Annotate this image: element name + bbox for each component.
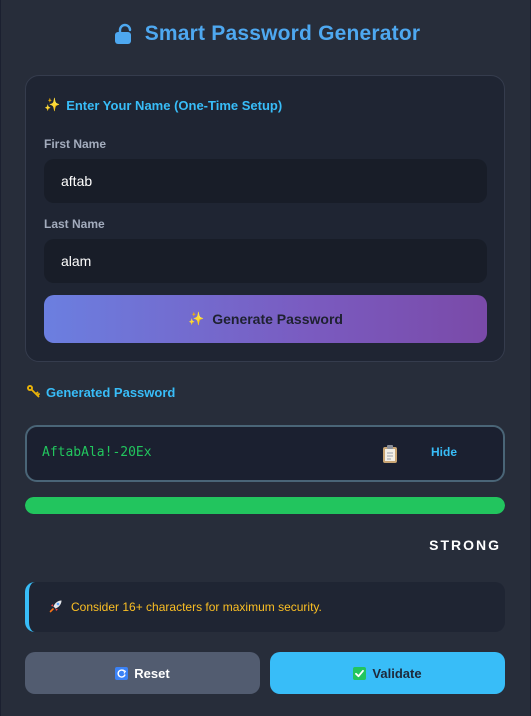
app-header: Smart Password Generator	[1, 22, 531, 46]
last-name-input[interactable]: alam	[44, 239, 487, 283]
rocket-icon	[49, 599, 63, 616]
strength-meter	[25, 497, 505, 514]
lock-icon	[113, 23, 135, 45]
password-output-box: AftabAla!-20Ex Hide	[25, 425, 505, 482]
check-mark-icon	[353, 666, 367, 680]
reset-button-label: Reset	[134, 665, 170, 681]
generator-panel: Smart Password Generator ✨ Enter Your Na…	[0, 0, 531, 716]
setup-title-text: Enter Your Name (One-Time Setup)	[66, 97, 283, 113]
validate-button-label: Validate	[372, 665, 422, 681]
first-name-input[interactable]: aftab	[44, 159, 487, 203]
generated-password-title-text: Generated Password	[46, 385, 176, 400]
strength-label: STRONG	[429, 537, 501, 553]
key-icon	[26, 384, 40, 401]
sparkles-icon: ✨	[188, 311, 205, 326]
first-name-label: First Name	[44, 137, 107, 151]
security-tip: Consider 16+ characters for maximum secu…	[25, 582, 505, 632]
hide-password-button[interactable]: Hide	[431, 445, 457, 459]
sparkles-icon: ✨	[44, 97, 61, 112]
app-title: Smart Password Generator	[144, 22, 421, 45]
setup-title: ✨ Enter Your Name (One-Time Setup)	[44, 97, 282, 113]
generated-password-title: Generated Password	[26, 384, 175, 401]
clipboard-icon[interactable]	[381, 444, 399, 464]
refresh-icon	[115, 666, 129, 680]
validate-button[interactable]: Validate	[270, 652, 505, 694]
security-tip-text: Consider 16+ characters for maximum secu…	[71, 600, 322, 614]
password-value[interactable]: AftabAla!-20Ex	[42, 445, 152, 460]
last-name-label: Last Name	[44, 217, 105, 231]
name-setup-card: ✨ Enter Your Name (One-Time Setup) First…	[25, 75, 505, 362]
reset-button[interactable]: Reset	[25, 652, 260, 694]
generate-button-label: Generate Password	[212, 311, 343, 327]
strength-meter-fill	[25, 497, 505, 514]
generate-password-button[interactable]: ✨ Generate Password	[44, 295, 487, 343]
